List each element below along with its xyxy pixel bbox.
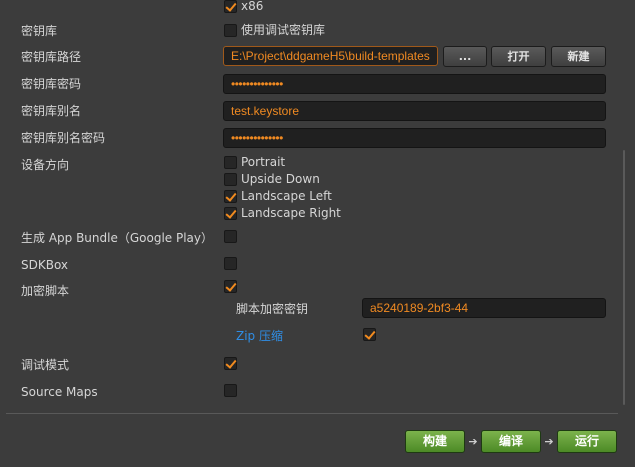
upside-down-checkbox[interactable] — [224, 173, 237, 186]
landscape-right-checkbox[interactable] — [224, 207, 237, 220]
keystore-password-label: 密钥库密码 — [21, 77, 82, 91]
encrypt-js-label: 加密脚本 — [21, 284, 70, 298]
keystore-password-input[interactable]: •••••••••••••• — [223, 74, 606, 94]
keystore-path-input[interactable]: E:\Project\ddgameH5\build-templates — [223, 46, 438, 66]
browse-button[interactable]: ... — [443, 46, 487, 67]
orientation-label: 设备方向 — [21, 158, 70, 172]
source-maps-label: Source Maps — [21, 385, 98, 399]
sdkbox-checkbox[interactable] — [224, 257, 237, 270]
zip-compress-checkbox[interactable] — [363, 328, 376, 341]
upside-down-label: Upside Down — [241, 172, 320, 186]
arrow-right-icon: ➔ — [544, 435, 554, 448]
vertical-scrollbar[interactable] — [623, 150, 625, 405]
encrypt-key-input[interactable]: a5240189-2bf3-44 — [362, 298, 606, 318]
run-button[interactable]: 运行 — [557, 430, 617, 453]
keystore-alias-label: 密钥库别名 — [21, 104, 82, 118]
new-button[interactable]: 新建 — [551, 46, 606, 67]
debug-mode-checkbox[interactable] — [224, 357, 237, 370]
source-maps-checkbox[interactable] — [224, 384, 237, 397]
x86-checkbox[interactable] — [224, 0, 237, 13]
landscape-left-label: Landscape Left — [241, 189, 332, 203]
keystore-alias-input[interactable]: test.keystore — [223, 101, 606, 121]
open-button[interactable]: 打开 — [491, 46, 546, 67]
keystore-path-label: 密钥库路径 — [21, 50, 82, 64]
divider — [6, 413, 618, 414]
use-debug-keystore-checkbox[interactable] — [224, 24, 237, 37]
sdkbox-label: SDKBox — [21, 258, 69, 272]
build-button[interactable]: 构建 — [405, 430, 465, 453]
use-debug-keystore-label: 使用调试密钥库 — [241, 23, 326, 37]
portrait-label: Portrait — [241, 155, 286, 169]
landscape-left-checkbox[interactable] — [224, 190, 237, 203]
encrypt-key-label: 脚本加密密钥 — [236, 302, 309, 316]
debug-mode-label: 调试模式 — [21, 358, 70, 372]
arrow-right-icon: ➔ — [468, 435, 478, 448]
encrypt-js-checkbox[interactable] — [224, 280, 237, 293]
alias-password-input[interactable]: •••••••••••••• — [223, 128, 606, 148]
build-settings-panel: x86 密钥库 使用调试密钥库 密钥库路径 E:\Project\ddgameH… — [0, 0, 635, 467]
app-bundle-checkbox[interactable] — [224, 230, 237, 243]
alias-password-label: 密钥库别名密码 — [21, 131, 106, 145]
landscape-right-label: Landscape Right — [241, 206, 341, 220]
portrait-checkbox[interactable] — [224, 156, 237, 169]
x86-label: x86 — [241, 0, 264, 13]
keystore-label: 密钥库 — [21, 24, 58, 38]
app-bundle-label: 生成 App Bundle（Google Play） — [21, 231, 214, 245]
zip-compress-label: Zip 压缩 — [236, 329, 283, 343]
compile-button[interactable]: 编译 — [481, 430, 541, 453]
